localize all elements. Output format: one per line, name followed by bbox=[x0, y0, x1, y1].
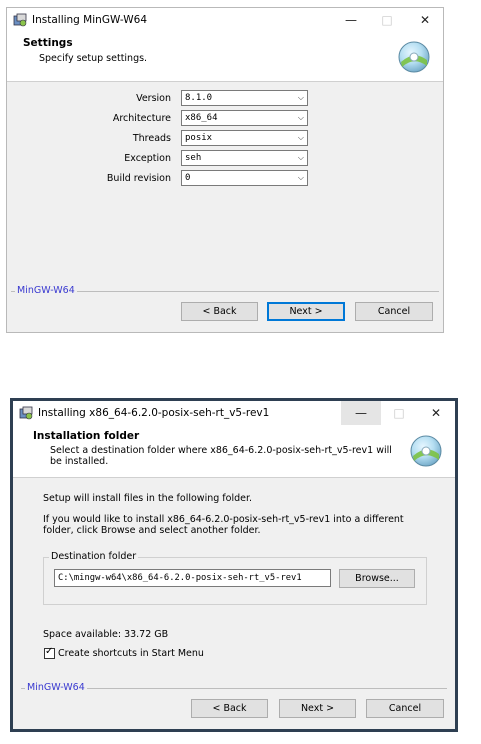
threads-select[interactable]: posix ⌵ bbox=[181, 130, 308, 146]
cancel-button[interactable]: Cancel bbox=[355, 302, 433, 321]
exception-value: seh bbox=[185, 153, 202, 163]
cd-disc-icon bbox=[397, 40, 431, 77]
header-panel: Installation folder Select a destination… bbox=[13, 425, 455, 478]
destination-folder-label: Destination folder bbox=[49, 551, 139, 562]
threads-value: posix bbox=[185, 133, 213, 143]
chevron-down-icon: ⌵ bbox=[297, 173, 304, 182]
next-button[interactable]: Next > bbox=[279, 699, 356, 718]
page-title: Settings bbox=[23, 37, 73, 49]
installation-folder-dialog: Installing x86_64-6.2.0-posix-seh-rt_v5-… bbox=[10, 398, 458, 732]
installer-app-icon bbox=[19, 406, 33, 420]
build-revision-select[interactable]: 0 ⌵ bbox=[181, 170, 308, 186]
maximize-button[interactable]: □ bbox=[379, 401, 419, 425]
architecture-label: Architecture bbox=[112, 113, 171, 124]
version-label: Version bbox=[136, 93, 171, 104]
chevron-down-icon: ⌵ bbox=[297, 133, 304, 142]
close-button[interactable]: ✕ bbox=[405, 8, 445, 32]
page-subtitle-line2: be installed. bbox=[50, 456, 109, 467]
exception-select[interactable]: seh ⌵ bbox=[181, 150, 308, 166]
header-panel: Settings Specify setup settings. bbox=[7, 32, 443, 82]
minimize-button[interactable]: — bbox=[341, 401, 381, 425]
version-select[interactable]: 8.1.0 ⌵ bbox=[181, 90, 308, 106]
cancel-button[interactable]: Cancel bbox=[366, 699, 444, 718]
installer-app-icon bbox=[13, 13, 27, 27]
cd-disc-icon bbox=[409, 434, 443, 471]
threads-label: Threads bbox=[132, 133, 171, 144]
architecture-select[interactable]: x86_64 ⌵ bbox=[181, 110, 308, 126]
space-available-text: Space available: 33.72 GB bbox=[43, 629, 169, 640]
version-value: 8.1.0 bbox=[185, 93, 213, 103]
browse-button[interactable]: Browse... bbox=[339, 569, 415, 588]
minimize-button[interactable]: — bbox=[331, 8, 371, 32]
settings-dialog: Installing MinGW-W64 — □ ✕ Settings Spec… bbox=[6, 7, 444, 333]
back-button[interactable]: < Back bbox=[191, 699, 268, 718]
chevron-down-icon: ⌵ bbox=[297, 113, 304, 122]
close-button[interactable]: ✕ bbox=[416, 401, 456, 425]
page-subtitle: Specify setup settings. bbox=[39, 53, 148, 64]
destination-path-input[interactable]: C:\mingw-w64\x86_64-6.2.0-posix-seh-rt_v… bbox=[54, 569, 331, 587]
build-revision-value: 0 bbox=[185, 173, 191, 183]
maximize-button[interactable]: □ bbox=[367, 8, 407, 32]
create-shortcuts-checkbox[interactable]: ✓ bbox=[44, 646, 55, 659]
exception-label: Exception bbox=[124, 153, 171, 164]
next-button[interactable]: Next > bbox=[267, 302, 345, 321]
chevron-down-icon: ⌵ bbox=[297, 153, 304, 162]
description-line2: folder, click Browse and select another … bbox=[43, 525, 261, 536]
architecture-value: x86_64 bbox=[185, 113, 218, 123]
back-button[interactable]: < Back bbox=[181, 302, 258, 321]
build-revision-label: Build revision bbox=[106, 173, 171, 184]
window-title: Installing MinGW-W64 bbox=[32, 14, 148, 26]
page-subtitle-line1: Select a destination folder where x86_64… bbox=[50, 445, 392, 456]
description-line1: If you would like to install x86_64-6.2.… bbox=[43, 514, 404, 525]
brand-label: MinGW-W64 bbox=[15, 285, 77, 296]
page-title: Installation folder bbox=[33, 430, 140, 442]
brand-label: MinGW-W64 bbox=[25, 682, 87, 693]
window-title: Installing x86_64-6.2.0-posix-seh-rt_v5-… bbox=[38, 407, 270, 419]
check-icon: ✓ bbox=[45, 646, 54, 657]
intro-text: Setup will install files in the followin… bbox=[43, 493, 253, 504]
create-shortcuts-label[interactable]: Create shortcuts in Start Menu bbox=[58, 648, 204, 659]
chevron-down-icon: ⌵ bbox=[297, 93, 304, 102]
